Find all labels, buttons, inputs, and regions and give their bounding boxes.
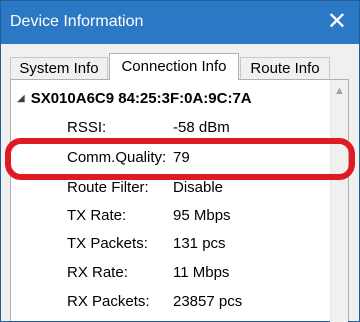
property-row-rx-rate: RX Rate: 11 Mbps [11, 260, 331, 286]
property-row-tx-packets: TX Packets: 131 pcs [11, 231, 331, 257]
device-node-label: SX010A6C9 84:25:3F:0A:9C:7A [30, 90, 252, 107]
property-label: RSSI: [67, 119, 107, 136]
connection-info-panel: ◢ SX010A6C9 84:25:3F:0A:9C:7A RSSI: -58 d… [10, 79, 349, 322]
property-value: 23857 pcs [173, 293, 243, 310]
property-value: 11 Mbps [173, 264, 230, 281]
tab-strip: System Info Connection Info Route Info [10, 53, 350, 80]
property-row-rx-packets: RX Packets: 23857 pcs [11, 289, 331, 315]
scroll-up-arrow-icon[interactable]: ▲ [331, 80, 348, 100]
property-label: TX Rate: [67, 207, 127, 224]
device-node[interactable]: ◢ SX010A6C9 84:25:3F:0A:9C:7A [17, 90, 252, 107]
property-label: TX Packets: [67, 235, 148, 252]
property-value: -58 dBm [173, 119, 230, 136]
tab-connection-info[interactable]: Connection Info [109, 53, 239, 80]
highlight-callout [5, 138, 355, 180]
property-label: RX Rate: [67, 264, 128, 281]
expand-triangle-icon[interactable]: ◢ [17, 93, 25, 104]
close-icon[interactable]: ✕ [327, 10, 347, 34]
property-label: RX Packets: [67, 293, 150, 310]
tab-route-info[interactable]: Route Info [240, 57, 330, 79]
property-value: 95 Mbps [173, 207, 231, 224]
tab-system-info[interactable]: System Info [10, 57, 108, 79]
property-row-tx-rate: TX Rate: 95 Mbps [11, 203, 331, 229]
device-information-window: Device Information ✕ System Info Connect… [0, 0, 360, 322]
property-label: Route Filter: [67, 179, 149, 196]
property-value: Disable [173, 179, 224, 196]
window-title: Device Information [10, 13, 144, 30]
title-bar: Device Information ✕ [1, 1, 359, 44]
property-value: 131 pcs [173, 235, 226, 252]
vertical-scrollbar[interactable]: ▲ [330, 80, 348, 322]
